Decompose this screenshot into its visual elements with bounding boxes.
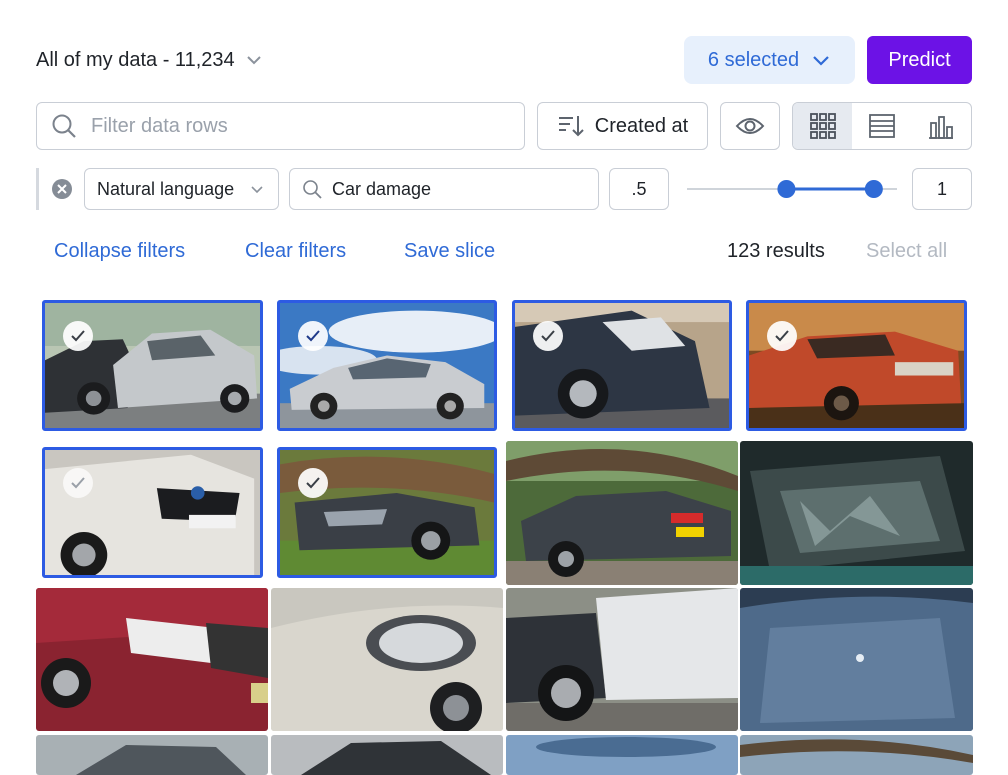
car-photo: [506, 588, 738, 731]
image-tile[interactable]: [277, 447, 497, 578]
car-photo: [36, 735, 268, 775]
threshold-range-slider[interactable]: [687, 174, 897, 204]
selected-check-icon[interactable]: [533, 321, 563, 351]
natural-language-query-field[interactable]: Car damage: [289, 168, 599, 210]
selected-check-icon[interactable]: [767, 321, 797, 351]
selected-check-icon[interactable]: [298, 321, 328, 351]
bar-chart-icon: [929, 116, 954, 139]
selected-check-icon[interactable]: [63, 468, 93, 498]
grid-view-button[interactable]: [793, 103, 853, 149]
image-tile[interactable]: [42, 447, 263, 578]
clear-filters-link[interactable]: Clear filters: [245, 240, 346, 263]
image-tile[interactable]: [506, 441, 738, 585]
view-mode-switcher: [792, 102, 972, 150]
chart-view-button[interactable]: [912, 103, 971, 149]
filter-search-input[interactable]: [89, 113, 493, 139]
save-slice-link[interactable]: Save slice: [404, 240, 495, 263]
car-photo: [740, 588, 973, 731]
image-tile[interactable]: [506, 735, 738, 775]
collapse-filters-link[interactable]: Collapse filters: [54, 240, 185, 263]
selection-count-label: 6 selected: [707, 48, 800, 71]
search-icon: [303, 180, 322, 199]
image-tile[interactable]: [746, 300, 967, 431]
sort-button[interactable]: Created at: [537, 102, 708, 150]
filter-search-box[interactable]: [36, 102, 525, 150]
results-count: 123 results: [727, 240, 825, 262]
dataset-dropdown[interactable]: All of my data - 11,234: [36, 44, 263, 76]
sort-label: Created at: [594, 114, 689, 137]
image-tile[interactable]: [36, 735, 268, 775]
image-tile[interactable]: [277, 300, 497, 431]
predict-button[interactable]: Predict: [867, 36, 972, 84]
image-tile[interactable]: [512, 300, 732, 431]
selected-check-icon[interactable]: [298, 468, 328, 498]
car-photo: [506, 441, 738, 585]
remove-filter-icon[interactable]: [52, 179, 72, 199]
search-icon: [52, 114, 76, 138]
image-tile[interactable]: [506, 588, 738, 731]
filter-group-indicator: [36, 168, 39, 210]
chevron-down-icon: [251, 186, 263, 194]
visibility-toggle-button[interactable]: [720, 102, 780, 150]
query-text: Car damage: [332, 178, 432, 199]
chevron-down-icon: [246, 56, 261, 65]
chevron-down-icon: [813, 56, 829, 66]
image-tile[interactable]: [42, 300, 263, 431]
car-photo: [506, 735, 738, 775]
image-tile[interactable]: [740, 588, 973, 731]
grid-icon: [809, 113, 836, 139]
dataset-title: All of my data - 11,234: [36, 48, 235, 71]
image-tile[interactable]: [271, 735, 503, 775]
car-photo: [36, 588, 268, 731]
select-all-button[interactable]: Select all: [866, 240, 947, 263]
filter-mode-label: Natural language: [97, 178, 235, 199]
slider-max-handle[interactable]: [864, 180, 883, 198]
car-photo: [271, 735, 503, 775]
image-tile[interactable]: [36, 588, 268, 731]
slider-min-handle[interactable]: [777, 180, 796, 198]
filter-mode-dropdown[interactable]: Natural language: [84, 168, 279, 210]
car-photo: [740, 735, 973, 775]
threshold-min-input[interactable]: .5: [609, 168, 669, 210]
image-tile[interactable]: [740, 441, 973, 585]
threshold-max-input[interactable]: 1: [912, 168, 972, 210]
image-tile[interactable]: [740, 735, 973, 775]
selected-check-icon[interactable]: [63, 321, 93, 351]
sort-descending-icon: [558, 116, 584, 137]
eye-icon: [735, 118, 765, 134]
car-photo: [271, 588, 503, 731]
list-icon: [869, 114, 895, 138]
selection-dropdown-button[interactable]: 6 selected: [684, 36, 855, 84]
list-view-button[interactable]: [852, 103, 911, 149]
image-tile[interactable]: [271, 588, 503, 731]
car-photo: [740, 441, 973, 585]
